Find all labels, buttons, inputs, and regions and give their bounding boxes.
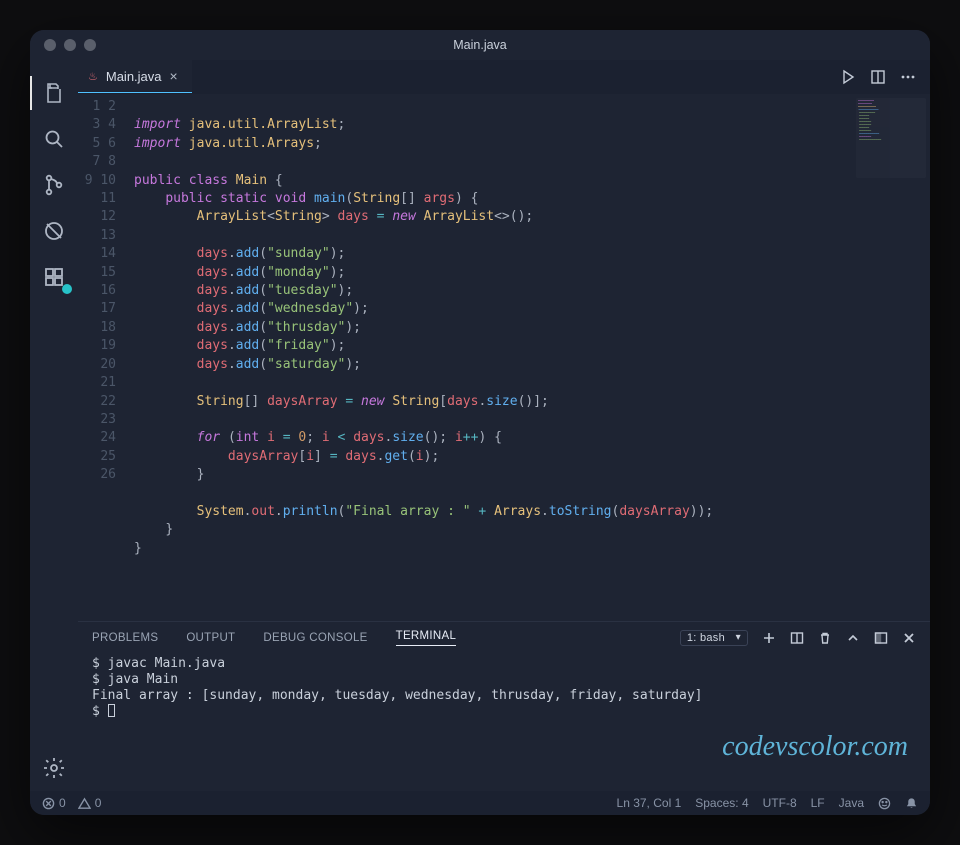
status-cursor-position[interactable]: Ln 37, Col 1 — [617, 796, 682, 810]
settings-gear-icon[interactable] — [30, 745, 78, 791]
extensions-badge — [62, 284, 72, 294]
tab-problems[interactable]: PROBLEMS — [92, 632, 158, 644]
terminal-cursor — [108, 704, 115, 717]
status-language[interactable]: Java — [839, 796, 864, 810]
terminal-line: Final array : [sunday, monday, tuesday, … — [92, 688, 702, 703]
editor[interactable]: ▬▬▬▬▬▬▬▬ ▬▬▬▬▬▬▬ ▬▬▬▬▬▬▬▬▬ ▬▬▬▬▬▬▬▬▬▬ ▬▬… — [78, 94, 930, 621]
minimap[interactable]: ▬▬▬▬▬▬▬▬ ▬▬▬▬▬▬▬ ▬▬▬▬▬▬▬▬▬ ▬▬▬▬▬▬▬▬▬▬ ▬▬… — [856, 98, 926, 178]
terminal-line: $ java Main — [92, 672, 178, 687]
editor-content: ♨ Main.java × — [78, 60, 930, 791]
terminal-selector[interactable]: 1: bash — [680, 630, 748, 646]
notifications-icon[interactable] — [905, 797, 918, 810]
bottom-panel: PROBLEMS OUTPUT DEBUG CONSOLE TERMINAL 1… — [78, 621, 930, 791]
status-encoding[interactable]: UTF-8 — [763, 796, 797, 810]
body: ♨ Main.java × — [30, 60, 930, 791]
activity-bar — [30, 60, 78, 791]
tab-terminal[interactable]: TERMINAL — [396, 630, 457, 646]
java-file-icon: ♨ — [88, 70, 98, 83]
status-warnings[interactable]: 0 — [78, 796, 102, 810]
terminal-prompt: $ — [92, 704, 108, 719]
watermark: codevscolor.com — [722, 731, 908, 763]
tab-main-java[interactable]: ♨ Main.java × — [78, 60, 192, 93]
editor-window: Main.java — [30, 30, 930, 815]
explorer-icon[interactable] — [30, 70, 78, 116]
extensions-icon[interactable] — [30, 254, 78, 300]
terminal-output[interactable]: $ javac Main.java $ java Main Final arra… — [78, 652, 930, 791]
search-icon[interactable] — [30, 116, 78, 162]
source-control-icon[interactable] — [30, 162, 78, 208]
tab-debug-console[interactable]: DEBUG CONSOLE — [263, 632, 367, 644]
status-bar: 0 0 Ln 37, Col 1 Spaces: 4 UTF-8 LF Java — [30, 791, 930, 815]
tab-filename: Main.java — [106, 69, 162, 84]
titlebar: Main.java — [30, 30, 930, 60]
status-eol[interactable]: LF — [811, 796, 825, 810]
traffic-lights — [44, 39, 96, 51]
panel-tabs: PROBLEMS OUTPUT DEBUG CONSOLE TERMINAL 1… — [78, 622, 930, 652]
kill-terminal-icon[interactable] — [818, 631, 832, 645]
line-gutter: 1 2 3 4 5 6 7 8 9 10 11 12 13 14 15 16 1… — [78, 94, 134, 621]
maximize-panel-icon[interactable] — [846, 631, 860, 645]
tab-output[interactable]: OUTPUT — [186, 632, 235, 644]
tabs-row: ♨ Main.java × — [78, 60, 930, 94]
code-area[interactable]: import java.util.ArrayList; import java.… — [134, 94, 930, 621]
window-title: Main.java — [453, 38, 507, 52]
debug-icon[interactable] — [30, 208, 78, 254]
close-window-icon[interactable] — [44, 39, 56, 51]
feedback-icon[interactable] — [878, 797, 891, 810]
split-editor-icon[interactable] — [870, 69, 886, 85]
split-terminal-icon[interactable] — [790, 631, 804, 645]
zoom-window-icon[interactable] — [84, 39, 96, 51]
more-actions-icon[interactable] — [900, 69, 916, 85]
editor-actions — [840, 60, 930, 93]
run-icon[interactable] — [840, 69, 856, 85]
new-terminal-icon[interactable] — [762, 631, 776, 645]
close-panel-icon[interactable] — [902, 631, 916, 645]
status-errors[interactable]: 0 — [42, 796, 66, 810]
status-indentation[interactable]: Spaces: 4 — [695, 796, 748, 810]
terminal-line: $ javac Main.java — [92, 656, 225, 671]
minimize-window-icon[interactable] — [64, 39, 76, 51]
close-tab-icon[interactable]: × — [170, 68, 178, 84]
toggle-panel-icon[interactable] — [874, 631, 888, 645]
